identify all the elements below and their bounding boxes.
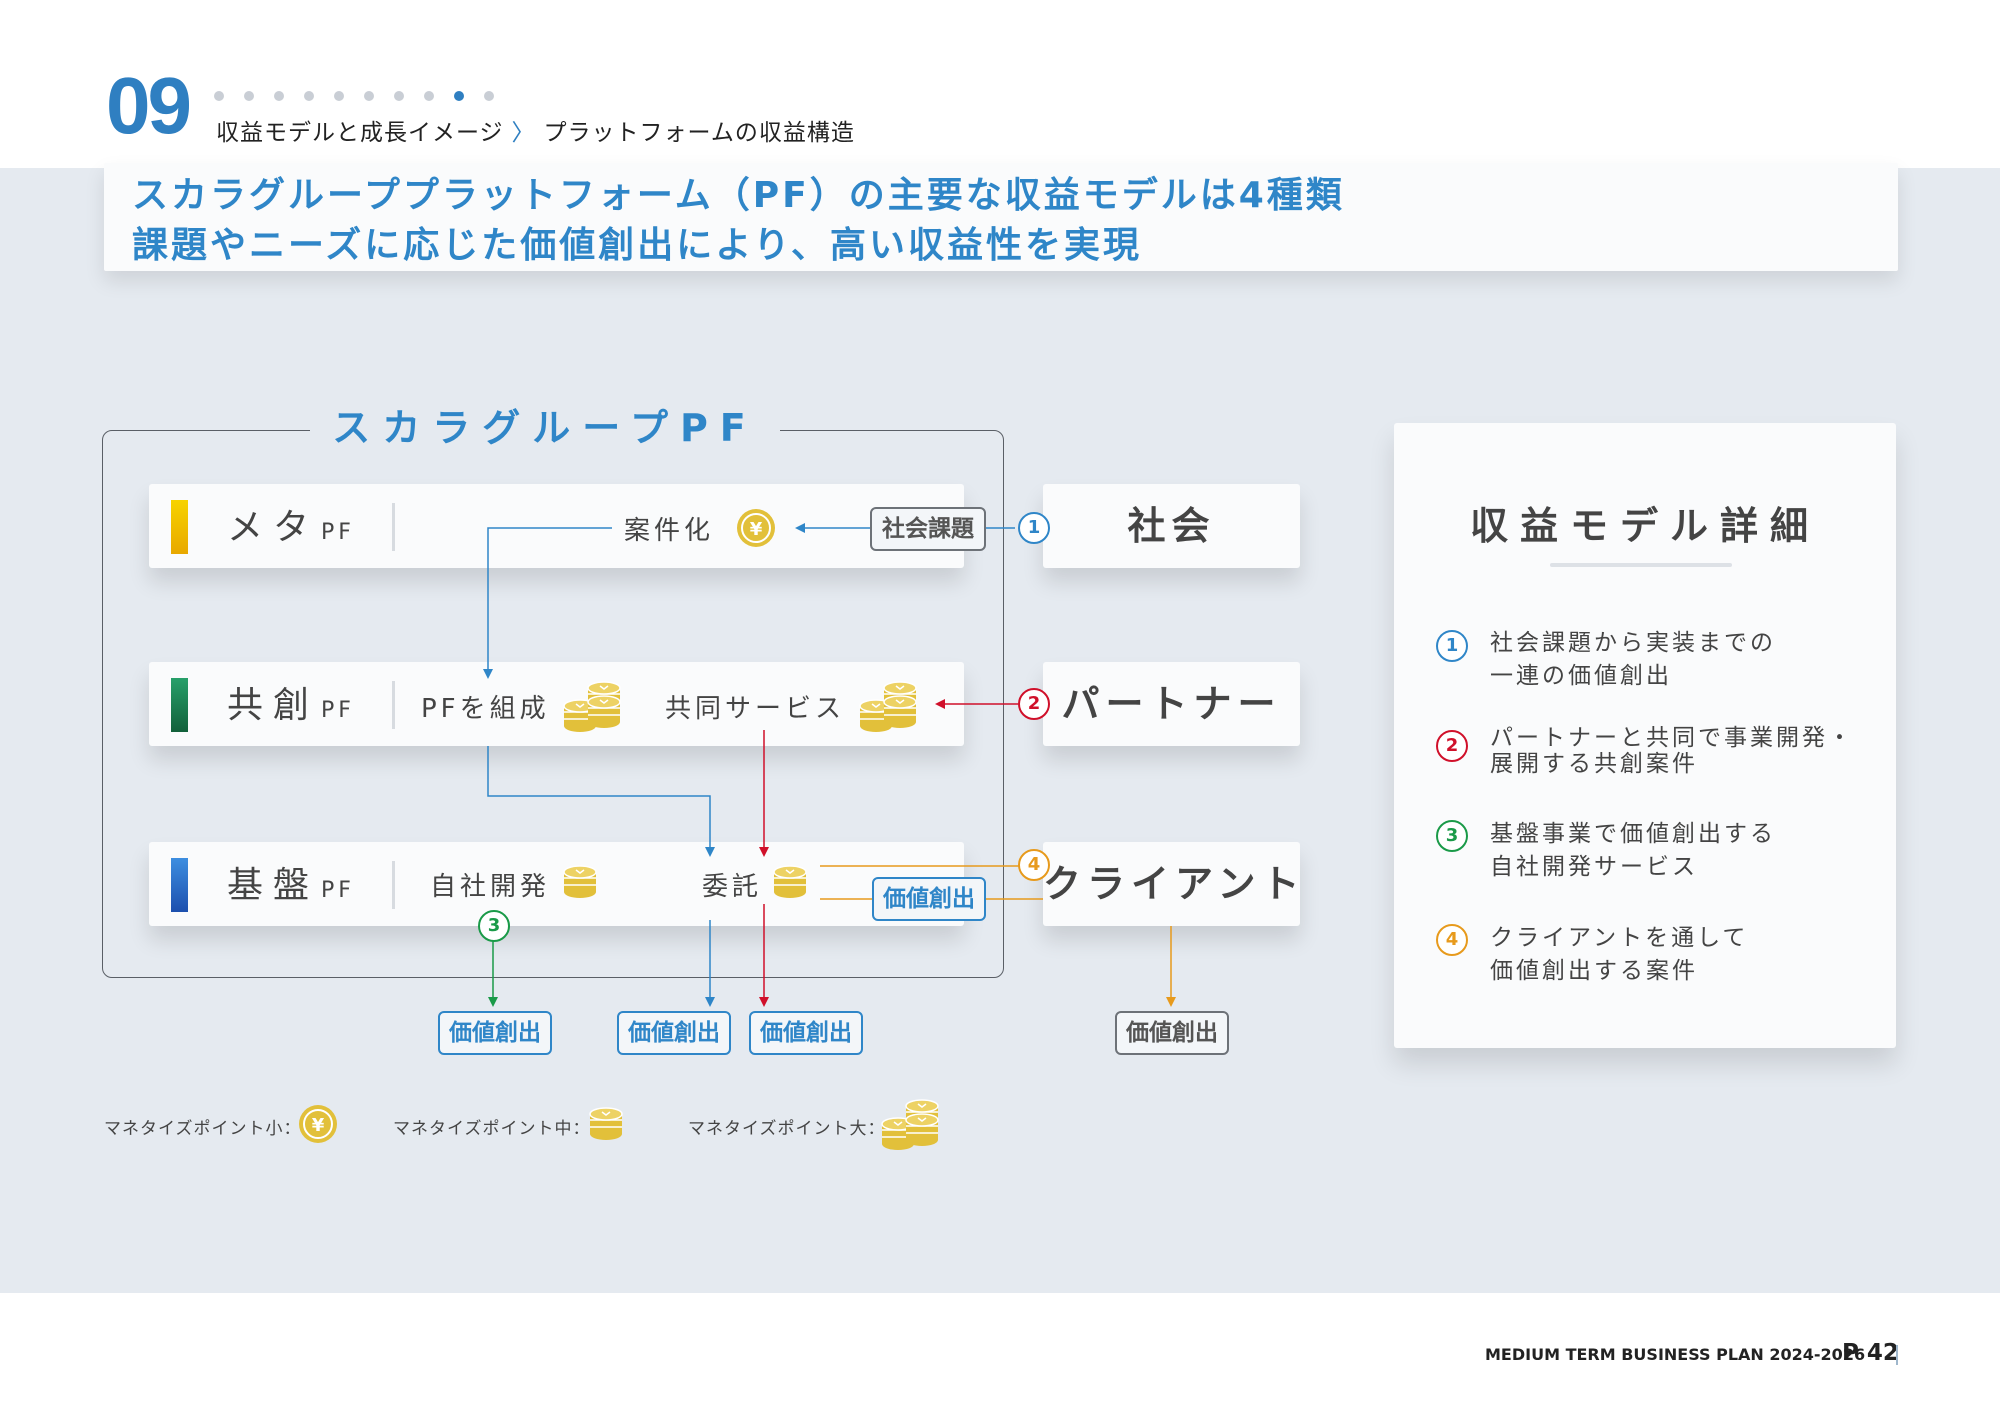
detail-item-4: クライアントを通して 価値創出する案件 [1490, 925, 1749, 984]
label-itaku: 委託 [702, 872, 763, 902]
badge-4: 4 [1018, 849, 1050, 881]
coins-large-icon [562, 676, 626, 736]
coins-medium-icon [773, 865, 807, 899]
arrow-anken-to-pf [483, 527, 612, 679]
coin-yen-icon [298, 1104, 338, 1144]
tag-value-creation-4: 価値創出 [1115, 1011, 1229, 1055]
label-kyodo-service: 共同サービス [665, 694, 846, 724]
tag-value-creation-3: 価値創出 [438, 1011, 552, 1055]
badge-1: 1 [1018, 512, 1050, 544]
legend-large-label: マネタイズポイント大： [688, 1119, 886, 1139]
badge-3: 3 [478, 910, 510, 942]
footer-divider [1896, 1345, 1898, 1365]
coins-medium-icon [563, 865, 597, 899]
footer-page-number: P 42 [1842, 1340, 1899, 1366]
detail-item-3: 基盤事業で価値創出する 自社開発サービス [1490, 821, 1776, 880]
detail-badge-1: 1 [1436, 630, 1468, 662]
detail-item-1: 社会課題から実装までの 一連の価値創出 [1490, 630, 1776, 689]
legend-medium-label: マネタイズポイント中： [393, 1119, 591, 1139]
label-pf-sosei: PFを組成 [421, 694, 550, 724]
arrow-pf-to-itaku [487, 746, 715, 857]
footer-plan-title: MEDIUM TERM BUSINESS PLAN 2024-2026 [1485, 1345, 1866, 1364]
detail-badge-2: 2 [1436, 730, 1468, 762]
detail-badge-3: 3 [1436, 820, 1468, 852]
coins-large-icon [880, 1094, 944, 1154]
coins-large-icon [858, 676, 922, 736]
detail-badge-4: 4 [1436, 924, 1468, 956]
label-jisha-kaihatsu: 自社開発 [430, 872, 551, 902]
tag-value-creation-2: 価値創出 [749, 1011, 863, 1055]
detail-panel-title: 収益モデル詳細 [1469, 504, 1820, 548]
tag-social-issue: 社会課題 [870, 507, 986, 551]
label-anken: 案件化 [624, 516, 715, 546]
tag-value-creation-1: 価値創出 [617, 1011, 731, 1055]
tag-value-creation-client: 価値創出 [872, 877, 986, 921]
legend-small-label: マネタイズポイント小： [104, 1119, 302, 1139]
detail-panel-rule [1550, 563, 1732, 567]
badge-2: 2 [1018, 688, 1050, 720]
coin-yen-icon [736, 508, 776, 548]
coins-medium-icon [589, 1107, 623, 1141]
detail-item-2: パートナーと共同で事業開発・ 展開する共創案件 [1490, 725, 1854, 777]
